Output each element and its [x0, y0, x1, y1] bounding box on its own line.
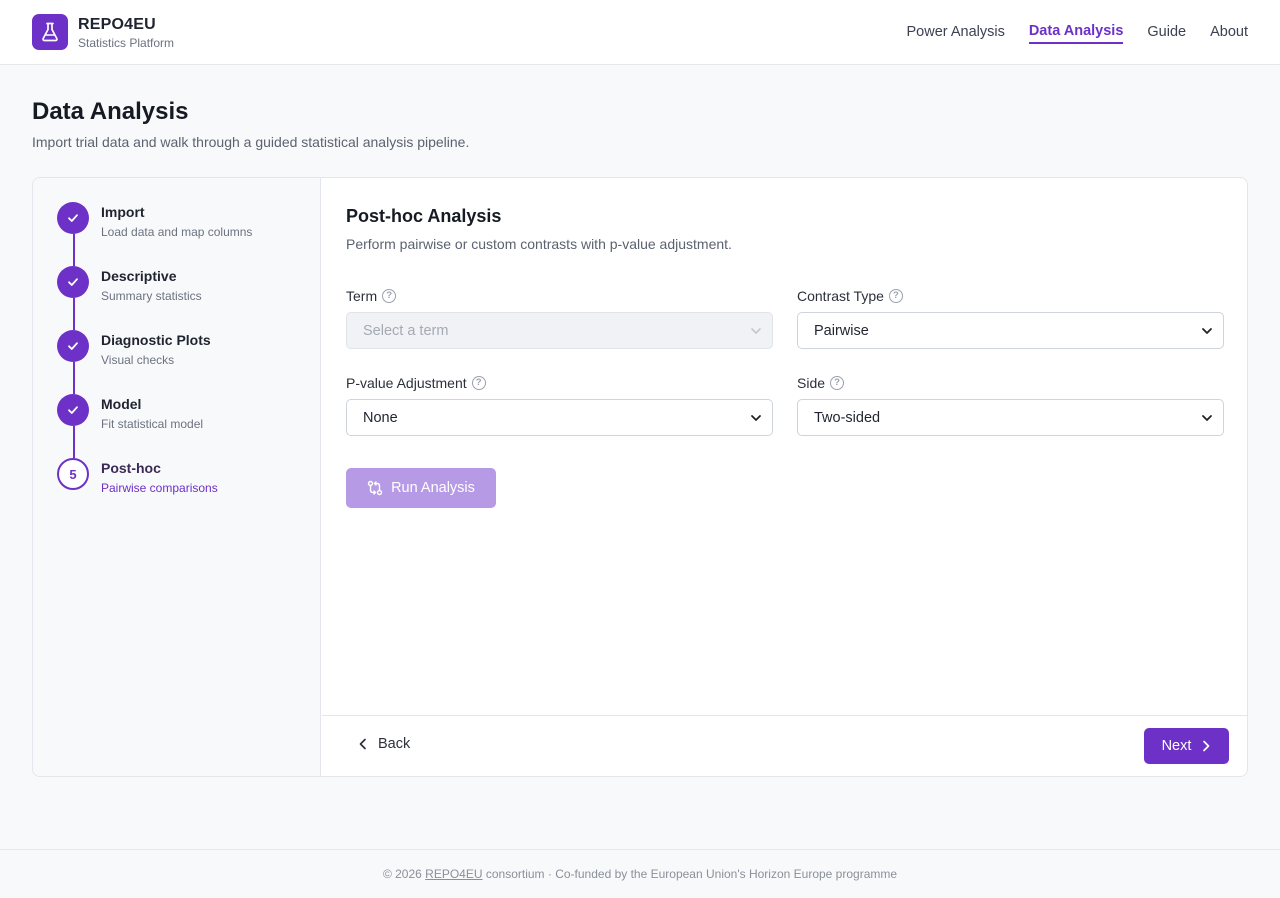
chevron-left-icon: [359, 738, 366, 750]
check-icon: [57, 330, 89, 362]
panel-subtitle: Perform pairwise or custom contrasts wit…: [346, 236, 732, 252]
site-footer: © 2026 REPO4EU consortium · Co-funded by…: [0, 849, 1280, 898]
step-description: Load data and map columns: [101, 225, 253, 239]
chevron-down-icon: [751, 415, 761, 421]
back-button[interactable]: Back: [358, 736, 410, 752]
help-icon[interactable]: ?: [471, 376, 486, 390]
check-icon: [57, 394, 89, 426]
contrast-type-label: Contrast Type ?: [797, 288, 903, 304]
page-subtitle: Import trial data and walk through a gui…: [32, 134, 470, 150]
step-title: Import: [101, 204, 145, 220]
chevron-down-icon: [1202, 328, 1212, 334]
p-adjust-select[interactable]: None: [346, 399, 773, 436]
contrast-type-select[interactable]: Pairwise: [797, 312, 1224, 349]
step-title: Diagnostic Plots: [101, 332, 211, 348]
footer-prefix: © 2026: [382, 867, 426, 881]
main-nav: Power Analysis Data Analysis Guide About: [907, 0, 1248, 64]
side-select[interactable]: Two-sided: [797, 399, 1224, 436]
footer-suffix: consortium · Co-funded by the European U…: [482, 867, 898, 881]
panel-title: Post-hoc Analysis: [346, 206, 502, 226]
brand-subtitle: Statistics Platform: [78, 36, 175, 50]
help-icon[interactable]: ?: [830, 376, 845, 390]
page-title: Data Analysis: [32, 98, 189, 125]
p-adjust-label-text: P-value Adjustment: [346, 375, 467, 391]
side-label: Side ?: [797, 375, 845, 391]
p-adjust-label: P-value Adjustment ?: [346, 375, 486, 391]
step-post-hoc[interactable]: 5 Post-hoc Pairwise comparisons: [57, 458, 317, 504]
step-title: Post-hoc: [101, 460, 161, 476]
next-button[interactable]: Next: [1144, 728, 1229, 764]
compare-arrows-icon: [367, 480, 383, 496]
side-value: Two-sided: [814, 409, 881, 426]
term-placeholder: Select a term: [363, 322, 449, 339]
flask-logo-icon[interactable]: [32, 14, 68, 50]
contrast-type-value: Pairwise: [814, 322, 869, 339]
step-number: 5: [57, 458, 89, 490]
run-analysis-button[interactable]: Run Analysis: [346, 468, 496, 508]
check-icon: [57, 266, 89, 298]
check-icon: [57, 202, 89, 234]
help-icon[interactable]: ?: [888, 289, 903, 303]
step-descriptive[interactable]: Descriptive Summary statistics: [57, 266, 317, 312]
step-description: Visual checks: [101, 353, 175, 367]
step-description: Summary statistics: [101, 289, 202, 303]
brand-name[interactable]: REPO4EU: [78, 16, 156, 34]
term-label: Term ?: [346, 288, 397, 304]
wizard-footer: Back Next: [322, 715, 1247, 776]
back-label: Back: [378, 736, 411, 752]
nav-power-analysis[interactable]: Power Analysis: [907, 0, 1005, 64]
step-import[interactable]: Import Load data and map columns: [57, 202, 317, 248]
top-nav-bar: REPO4EU Statistics Platform Power Analys…: [0, 0, 1280, 65]
step-model[interactable]: Model Fit statistical model: [57, 394, 317, 440]
step-description: Pairwise comparisons: [101, 481, 218, 495]
contrast-type-label-text: Contrast Type: [797, 288, 884, 304]
side-label-text: Side: [797, 375, 826, 391]
next-label: Next: [1161, 738, 1192, 754]
p-adjust-value: None: [363, 409, 398, 426]
step-title: Model: [101, 396, 142, 412]
chevron-down-icon: [1202, 415, 1212, 421]
nav-data-analysis[interactable]: Data Analysis: [1028, 0, 1123, 64]
step-title: Descriptive: [101, 268, 177, 284]
step-diagnostic-plots[interactable]: Diagnostic Plots Visual checks: [57, 330, 317, 376]
term-label-text: Term: [346, 288, 378, 304]
footer-repo4eu-link[interactable]: REPO4EU: [425, 867, 482, 881]
term-select[interactable]: Select a term: [346, 312, 773, 349]
chevron-right-icon: [1203, 740, 1210, 752]
step-description: Fit statistical model: [101, 417, 204, 431]
post-hoc-panel: Post-hoc Analysis Perform pairwise or cu…: [322, 178, 1247, 776]
analysis-card: Import Load data and map columns Descrip…: [32, 177, 1248, 777]
nav-guide[interactable]: Guide: [1147, 0, 1186, 64]
chevron-down-icon: [751, 328, 761, 334]
run-analysis-label: Run Analysis: [391, 480, 475, 496]
step-sidebar: Import Load data and map columns Descrip…: [33, 178, 321, 776]
nav-about[interactable]: About: [1210, 0, 1248, 64]
help-icon[interactable]: ?: [382, 289, 397, 303]
